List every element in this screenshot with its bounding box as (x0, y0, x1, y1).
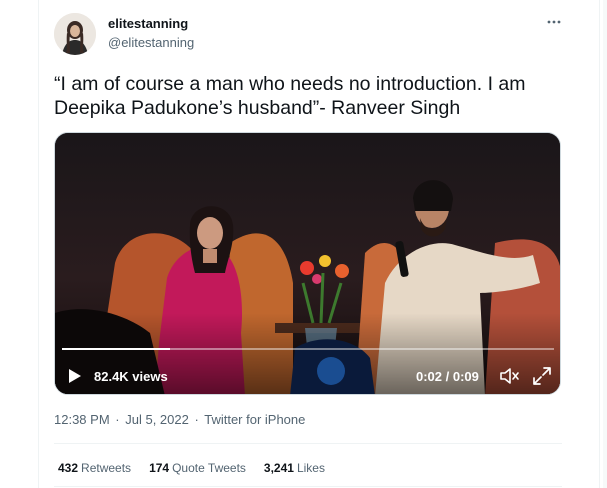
tweet-date[interactable]: Jul 5, 2022 (125, 412, 189, 427)
retweets-stat[interactable]: 432 Retweets (58, 461, 131, 475)
play-button[interactable] (64, 366, 84, 386)
more-options-button[interactable] (544, 12, 564, 32)
fullscreen-button[interactable] (530, 364, 554, 388)
user-avatar-icon (54, 13, 96, 55)
tweet-stats: 432 Retweets 174 Quote Tweets 3,241 Likes (58, 461, 343, 475)
page-scroll-edge (603, 0, 607, 488)
retweets-count: 432 (58, 461, 79, 475)
retweets-label: Retweets (81, 461, 132, 475)
more-dots-icon (547, 20, 561, 24)
fullscreen-icon (533, 367, 551, 385)
tweet-time[interactable]: 12:38 PM (54, 412, 110, 427)
video-progress-bar[interactable] (62, 348, 554, 350)
mute-button[interactable] (498, 365, 520, 387)
play-icon (69, 369, 81, 383)
meta-separator: · (115, 412, 120, 427)
likes-count: 3,241 (263, 461, 294, 475)
video-frame (55, 133, 560, 394)
mute-icon (500, 368, 519, 384)
likes-label: Likes (296, 461, 325, 475)
likes-stat[interactable]: 3,241 Likes (264, 461, 325, 475)
video-progress-fill (62, 348, 171, 350)
quote-tweets-label: Quote Tweets (172, 461, 246, 475)
tweet-meta: 12:38 PM · Jul 5, 2022 · Twitter for iPh… (54, 412, 305, 427)
author-display-name[interactable]: elitestanning (108, 16, 188, 31)
tweet-text: “I am of course a man who needs no intro… (54, 73, 526, 119)
quote-tweets-count: 174 (149, 461, 170, 475)
video-timecode: 0:02 / 0:09 (416, 369, 479, 384)
avatar[interactable] (54, 13, 96, 55)
quote-tweets-stat[interactable]: 174 Quote Tweets (149, 461, 246, 475)
divider (54, 486, 562, 487)
divider (54, 443, 562, 444)
video-view-count: 82.4K views (94, 369, 168, 384)
author-handle[interactable]: @elitestanning (108, 35, 194, 50)
tweet-source[interactable]: Twitter for iPhone (204, 412, 305, 427)
meta-separator: · (194, 412, 199, 427)
video-player[interactable] (54, 132, 561, 395)
